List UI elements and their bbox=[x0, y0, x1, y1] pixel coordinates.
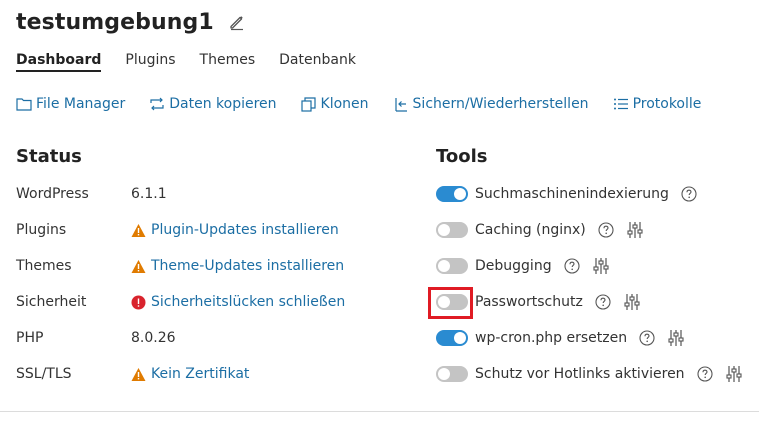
list-icon bbox=[613, 96, 629, 112]
status-row-themes: Themes Theme-Updates installieren bbox=[16, 256, 344, 276]
tab-datenbank[interactable]: Datenbank bbox=[279, 52, 356, 72]
toggle-knob bbox=[438, 368, 450, 380]
status-heading: Status bbox=[16, 146, 82, 167]
status-label: PHP bbox=[16, 330, 44, 346]
settings-sliders-icon[interactable] bbox=[725, 365, 743, 383]
backup-restore-icon bbox=[393, 96, 409, 112]
error-icon bbox=[131, 295, 146, 310]
security-fix-link[interactable]: Sicherheitslücken schließen bbox=[151, 294, 345, 310]
status-value: Kein Zertifikat bbox=[131, 366, 249, 382]
tool-row-caching: Caching (nginx) bbox=[436, 219, 644, 241]
tool-row-debugging: Debugging bbox=[436, 255, 610, 277]
settings-sliders-icon[interactable] bbox=[667, 329, 685, 347]
ssl-certificate-link[interactable]: Kein Zertifikat bbox=[151, 366, 249, 382]
tab-bar: Dashboard Plugins Themes Datenbank bbox=[16, 52, 380, 72]
tool-label: Caching (nginx) bbox=[475, 222, 586, 238]
klonen-label: Klonen bbox=[320, 96, 369, 112]
copy-arrows-icon bbox=[149, 96, 165, 112]
help-icon[interactable] bbox=[681, 186, 697, 202]
status-row-ssl: SSL/TLS Kein Zertifikat bbox=[16, 364, 249, 384]
tab-plugins[interactable]: Plugins bbox=[125, 52, 175, 72]
file-manager-label: File Manager bbox=[36, 96, 126, 112]
tool-row-wp-cron: wp-cron.php ersetzen bbox=[436, 327, 685, 349]
toggle-knob bbox=[438, 260, 450, 272]
hotlink-protection-toggle[interactable] bbox=[436, 366, 468, 382]
caching-toggle[interactable] bbox=[436, 222, 468, 238]
divider bbox=[0, 411, 759, 412]
settings-sliders-icon[interactable] bbox=[592, 257, 610, 275]
status-row-plugins: Plugins Plugin-Updates installieren bbox=[16, 220, 339, 240]
warning-icon bbox=[131, 367, 146, 382]
help-icon[interactable] bbox=[564, 258, 580, 274]
tool-label: Suchmaschinenindexierung bbox=[475, 186, 669, 202]
status-row-php: PHP 8.0.26 bbox=[16, 328, 176, 348]
status-value: 8.0.26 bbox=[131, 330, 176, 346]
toggle-knob bbox=[438, 224, 450, 236]
title-row: testumgebung1 bbox=[16, 7, 246, 37]
status-value: 6.1.1 bbox=[131, 186, 167, 202]
status-value: Plugin-Updates installieren bbox=[131, 222, 339, 238]
protokolle-link[interactable]: Protokolle bbox=[613, 96, 702, 112]
daten-kopieren-label: Daten kopieren bbox=[169, 96, 277, 112]
toggle-knob bbox=[454, 332, 466, 344]
status-value: Theme-Updates installieren bbox=[131, 258, 344, 274]
status-label: Themes bbox=[16, 258, 72, 274]
tool-row-hotlinks: Schutz vor Hotlinks aktivieren bbox=[436, 363, 743, 385]
plugin-updates-link[interactable]: Plugin-Updates installieren bbox=[151, 222, 339, 238]
status-row-wordpress: WordPress 6.1.1 bbox=[16, 184, 167, 204]
tool-label: wp-cron.php ersetzen bbox=[475, 330, 628, 346]
protokolle-label: Protokolle bbox=[632, 96, 702, 112]
folder-icon bbox=[16, 96, 32, 112]
warning-icon bbox=[131, 259, 146, 274]
file-manager-link[interactable]: File Manager bbox=[16, 96, 125, 112]
clone-icon bbox=[300, 96, 317, 112]
status-row-sicherheit: Sicherheit Sicherheitslücken schließen bbox=[16, 292, 345, 312]
help-icon[interactable] bbox=[639, 330, 655, 346]
daten-kopieren-link[interactable]: Daten kopieren bbox=[149, 96, 277, 112]
status-label: Sicherheit bbox=[16, 294, 87, 310]
tab-themes[interactable]: Themes bbox=[200, 52, 256, 72]
status-label: SSL/TLS bbox=[16, 366, 72, 382]
highlight-box bbox=[428, 287, 473, 319]
sichern-wiederherstellen-link[interactable]: Sichern/Wiederherstellen bbox=[393, 96, 589, 112]
tool-row-suchmaschinenindexierung: Suchmaschinenindexierung bbox=[436, 183, 697, 205]
help-icon[interactable] bbox=[598, 222, 614, 238]
theme-updates-link[interactable]: Theme-Updates installieren bbox=[151, 258, 344, 274]
action-bar: File Manager Daten kopieren Klonen Siche… bbox=[16, 96, 725, 112]
status-label: WordPress bbox=[16, 186, 89, 202]
tool-label: Debugging bbox=[475, 258, 552, 274]
tools-heading: Tools bbox=[436, 146, 488, 167]
debugging-toggle[interactable] bbox=[436, 258, 468, 274]
tool-label: Schutz vor Hotlinks aktivieren bbox=[475, 366, 685, 382]
sichern-wiederherstellen-label: Sichern/Wiederherstellen bbox=[412, 96, 589, 112]
klonen-link[interactable]: Klonen bbox=[300, 96, 369, 112]
toggle-knob bbox=[454, 188, 466, 200]
tab-dashboard[interactable]: Dashboard bbox=[16, 52, 102, 72]
status-label: Plugins bbox=[16, 222, 67, 238]
page-title: testumgebung1 bbox=[16, 9, 214, 35]
tool-label: Passwortschutz bbox=[475, 294, 583, 310]
settings-sliders-icon[interactable] bbox=[626, 221, 644, 239]
status-value: Sicherheitslücken schließen bbox=[131, 294, 345, 310]
pencil-icon[interactable] bbox=[228, 13, 246, 31]
help-icon[interactable] bbox=[697, 366, 713, 382]
warning-icon bbox=[131, 223, 146, 238]
help-icon[interactable] bbox=[595, 294, 611, 310]
search-indexing-toggle[interactable] bbox=[436, 186, 468, 202]
wp-cron-toggle[interactable] bbox=[436, 330, 468, 346]
settings-sliders-icon[interactable] bbox=[623, 293, 641, 311]
